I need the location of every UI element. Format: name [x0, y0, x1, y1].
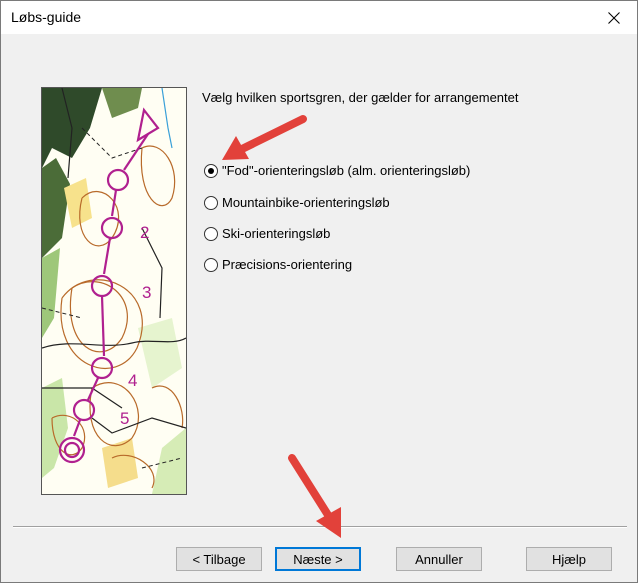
sport-prompt: Vælg hvilken sportsgren, der gælder for … [202, 90, 519, 105]
help-button[interactable]: Hjælp [526, 547, 612, 571]
map-control-number-5: 5 [120, 409, 129, 428]
radio-mountainbike-orienteering[interactable]: Mountainbike-orienteringsløb [204, 195, 390, 210]
radio-button-checked[interactable] [204, 163, 218, 178]
radio-button[interactable] [204, 226, 218, 241]
radio-ski-orienteering[interactable]: Ski-orienteringsløb [204, 226, 330, 241]
orienteering-map-graphic: 2 3 4 5 [42, 88, 186, 494]
map-control-number-4: 4 [128, 371, 137, 390]
title-bar: Løbs-guide [1, 1, 637, 34]
window-title: Løbs-guide [11, 9, 82, 25]
radio-label-precision: Præcisions-orientering [222, 257, 353, 272]
back-button[interactable]: < Tilbage [176, 547, 262, 571]
map-control-number-2: 2 [140, 223, 149, 242]
close-icon [608, 11, 620, 24]
radio-label-foot: "Fod"-orienteringsløb (alm. orienterings… [222, 163, 471, 178]
radio-label-ski: Ski-orienteringsløb [222, 226, 331, 241]
radio-button[interactable] [204, 195, 218, 210]
map-control-number-3: 3 [142, 283, 151, 302]
radio-button[interactable] [204, 257, 218, 272]
close-button[interactable] [591, 1, 637, 34]
orienteering-map-image: 2 3 4 5 [41, 87, 187, 495]
wizard-dialog: Løbs-guide 2 3 4 5 Vælg hvilken sportsgr… [0, 0, 638, 583]
next-button[interactable]: Næste > [275, 547, 361, 571]
radio-label-mountainbike: Mountainbike-orienteringsløb [222, 195, 390, 210]
radio-precision-orienteering[interactable]: Præcisions-orientering [204, 257, 352, 272]
cancel-button[interactable]: Annuller [396, 547, 482, 571]
radio-foot-orienteering[interactable]: "Fod"-orienteringsløb (alm. orienterings… [204, 163, 470, 178]
button-separator [13, 526, 627, 528]
